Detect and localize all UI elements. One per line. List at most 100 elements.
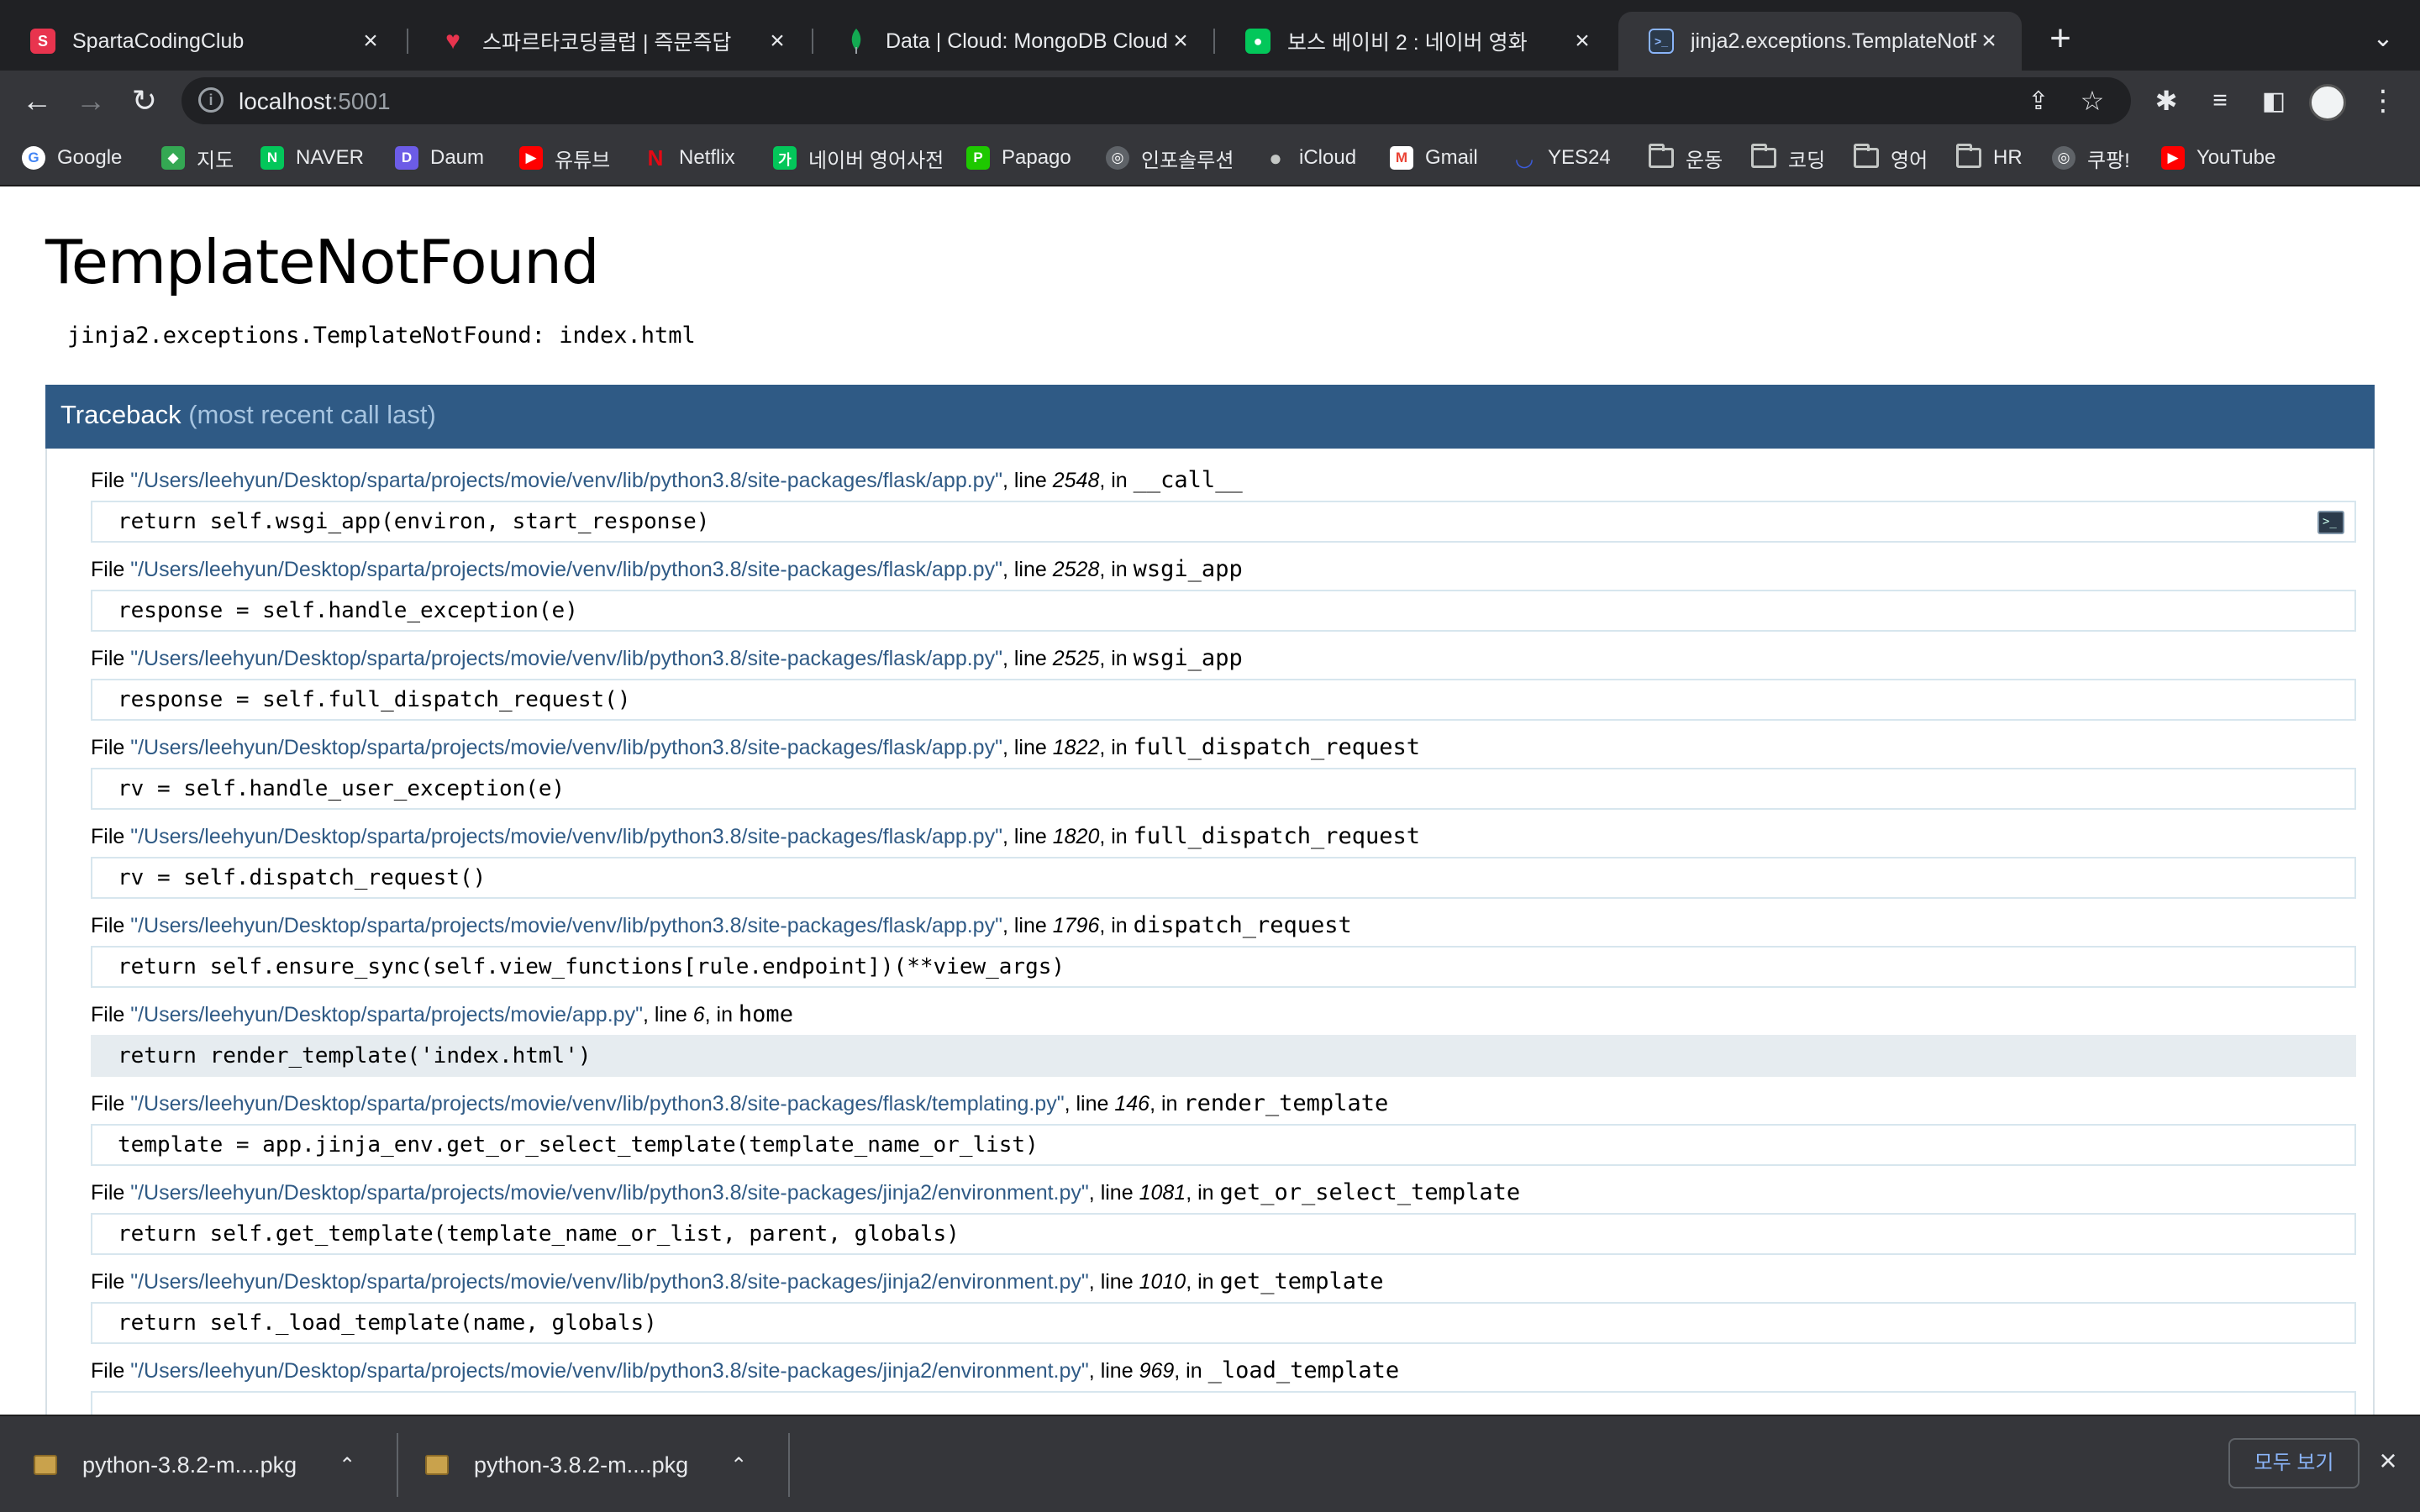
forward-button[interactable]: → — [71, 81, 111, 121]
frame-path[interactable]: "/Users/leehyun/Desktop/sparta/projects/… — [130, 558, 1002, 581]
frame-code-line-highlighted[interactable]: return render_template('index.html') — [91, 1035, 2356, 1077]
share-icon[interactable]: ⇪ — [2018, 81, 2059, 121]
close-icon[interactable]: × — [1168, 27, 1193, 55]
bookmark-folder-exercise[interactable]: 운동 — [1649, 141, 1723, 175]
frame-code-line[interactable]: rv = self.handle_user_exception(e) — [91, 768, 2356, 810]
frame-line-label: , line — [1088, 1359, 1139, 1383]
bookmark-maps[interactable]: ◆ 지도 — [161, 141, 234, 175]
extensions-puzzle-icon[interactable]: ✱ — [2146, 81, 2186, 121]
tab-title: jinja2.exceptions.TemplateNotF — [1691, 29, 1976, 53]
bookmark-coupang[interactable]: ◎ 쿠팡! — [2052, 141, 2130, 175]
frame-line-number: 2525 — [1052, 647, 1100, 670]
download-divider — [788, 1433, 790, 1497]
tab-sparta[interactable]: S SpartaCodingClub × — [0, 12, 403, 71]
frame-path[interactable]: "/Users/leehyun/Desktop/sparta/projects/… — [130, 914, 1002, 937]
frame-function: home — [738, 1001, 793, 1027]
frame-file-label: File — [91, 647, 131, 670]
side-panel-icon[interactable]: ◧ — [2254, 81, 2294, 121]
naver-movie-icon: ● — [1245, 29, 1270, 54]
console-icon[interactable]: >_ — [2317, 511, 2344, 534]
frame-code-line[interactable]: rv = self.dispatch_request() — [91, 857, 2356, 899]
frame-line-number: 2528 — [1052, 558, 1100, 581]
profile-avatar[interactable] — [2309, 84, 2346, 121]
bookmark-label: 운동 — [1686, 149, 1723, 172]
frame-code-line[interactable] — [91, 1391, 2356, 1415]
frame-header: File "/Users/leehyun/Desktop/sparta/proj… — [91, 1090, 2356, 1124]
tab-naver-movie[interactable]: ● 보스 베이비 2 : 네이버 영화 × — [1215, 12, 1615, 71]
close-icon[interactable]: × — [1976, 27, 2002, 55]
bookmark-naver[interactable]: N NAVER — [260, 141, 364, 175]
frame-code-line[interactable]: template = app.jinja_env.get_or_select_t… — [91, 1124, 2356, 1166]
frame-path[interactable]: "/Users/leehyun/Desktop/sparta/projects/… — [130, 1003, 643, 1026]
new-tab-button[interactable]: + — [2044, 20, 2077, 59]
folder-icon — [1751, 144, 1776, 168]
bookmark-label: Netflix — [679, 146, 735, 169]
traceback-frame: File "/Users/leehyun/Desktop/sparta/proj… — [91, 912, 2356, 988]
google-icon: G — [22, 146, 45, 170]
url-text[interactable]: localhost:5001 — [239, 88, 391, 115]
papago-icon: P — [966, 146, 990, 170]
frame-line-label: , line — [1002, 469, 1053, 492]
bookmark-yes24[interactable]: ◡ YES24 — [1512, 141, 1611, 175]
close-icon[interactable]: × — [765, 27, 790, 55]
download-item[interactable]: python-3.8.2-m....pkg ⌃ — [34, 1436, 355, 1494]
bookmark-folder-english[interactable]: 영어 — [1854, 141, 1928, 175]
frame-code-line[interactable]: response = self.handle_exception(e) — [91, 590, 2356, 632]
traceback-header: Traceback (most recent call last) — [45, 385, 2375, 449]
frame-path[interactable]: "/Users/leehyun/Desktop/sparta/projects/… — [130, 1359, 1089, 1383]
frame-file-label: File — [91, 825, 131, 848]
frame-path[interactable]: "/Users/leehyun/Desktop/sparta/projects/… — [130, 1270, 1089, 1294]
code-text: response = self.handle_exception(e) — [118, 598, 578, 623]
frame-function: get_or_select_template — [1219, 1179, 1521, 1205]
traceback-frame: File "/Users/leehyun/Desktop/sparta/proj… — [91, 1357, 2356, 1415]
media-queue-icon[interactable]: ≡ — [2200, 81, 2240, 121]
bookmark-folder-hr[interactable]: HR — [1956, 141, 2023, 175]
frame-code-line[interactable]: response = self.full_dispatch_request() — [91, 679, 2356, 721]
download-item[interactable]: python-3.8.2-m....pkg ⌃ — [425, 1436, 747, 1494]
chevron-up-icon[interactable]: ⌃ — [339, 1453, 355, 1478]
back-button[interactable]: ← — [17, 81, 57, 121]
frame-code-line[interactable]: return self.wsgi_app(environ, start_resp… — [91, 501, 2356, 543]
close-icon[interactable]: × — [358, 27, 383, 55]
bookmark-label: HR — [1993, 146, 2023, 169]
bookmark-netflix[interactable]: N Netflix — [644, 141, 735, 175]
bookmark-youtube[interactable]: ▶ YouTube — [2161, 141, 2275, 175]
frame-path[interactable]: "/Users/leehyun/Desktop/sparta/projects/… — [130, 825, 1002, 848]
code-text: return render_template('index.html') — [118, 1043, 592, 1068]
tab-active-jinja-error[interactable]: >_ jinja2.exceptions.TemplateNotF × — [1618, 12, 2022, 71]
bookmark-infosolution[interactable]: ◎ 인포솔루션 — [1106, 141, 1234, 175]
bookmark-papago[interactable]: P Papago — [966, 141, 1071, 175]
traceback-frame: File "/Users/leehyun/Desktop/sparta/proj… — [91, 1090, 2356, 1166]
frame-path[interactable]: "/Users/leehyun/Desktop/sparta/projects/… — [130, 736, 1002, 759]
bookmark-youtube-kr[interactable]: ▶ 유튜브 — [519, 141, 610, 175]
bookmarks-bar: G Google ◆ 지도 N NAVER D Daum ▶ 유튜브 N Netflix 가… — [0, 131, 2420, 186]
bookmark-icloud[interactable]: ● iCloud — [1264, 141, 1356, 175]
traceback-frame: File "/Users/leehyun/Desktop/sparta/proj… — [91, 823, 2356, 899]
tab-mongodb[interactable]: Data | Cloud: MongoDB Cloud × — [813, 12, 1213, 71]
frame-file-label: File — [91, 1092, 131, 1116]
bookmark-naver-dict[interactable]: 가 네이버 영어사전 — [773, 141, 944, 175]
tab-search-chevron-icon[interactable]: ⌄ — [2366, 24, 2400, 57]
mongodb-leaf-icon — [844, 29, 869, 54]
close-icon[interactable]: × — [2371, 1443, 2405, 1480]
chevron-up-icon[interactable]: ⌃ — [730, 1453, 747, 1478]
frame-path[interactable]: "/Users/leehyun/Desktop/sparta/projects/… — [130, 1181, 1089, 1205]
frame-path[interactable]: "/Users/leehyun/Desktop/sparta/projects/… — [130, 647, 1002, 670]
bookmark-star-icon[interactable]: ☆ — [2072, 81, 2112, 121]
bookmark-gmail[interactable]: M Gmail — [1390, 141, 1478, 175]
kebab-menu-icon[interactable]: ⋮ — [2363, 81, 2403, 121]
frame-code-line[interactable]: return self.get_template(template_name_o… — [91, 1213, 2356, 1255]
bookmark-daum[interactable]: D Daum — [395, 141, 484, 175]
frame-path[interactable]: "/Users/leehyun/Desktop/sparta/projects/… — [130, 1092, 1064, 1116]
tab-sparta-qna[interactable]: ♥ 스파르타코딩클럽 | 즉문즉답 × — [410, 12, 810, 71]
reload-button[interactable]: ↻ — [124, 81, 165, 121]
frame-code-line[interactable]: return self.ensure_sync(self.view_functi… — [91, 946, 2356, 988]
bookmark-folder-coding[interactable]: 코딩 — [1751, 141, 1825, 175]
site-info-icon[interactable]: i — [198, 87, 224, 113]
frame-path[interactable]: "/Users/leehyun/Desktop/sparta/projects/… — [130, 469, 1002, 492]
bookmark-google[interactable]: G Google — [22, 141, 122, 175]
show-all-downloads-button[interactable]: 모두 보기 — [2228, 1438, 2360, 1488]
address-bar[interactable]: i localhost:5001 ⇪ ☆ — [182, 77, 2131, 124]
close-icon[interactable]: × — [1570, 27, 1595, 55]
frame-code-line[interactable]: return self._load_template(name, globals… — [91, 1302, 2356, 1344]
